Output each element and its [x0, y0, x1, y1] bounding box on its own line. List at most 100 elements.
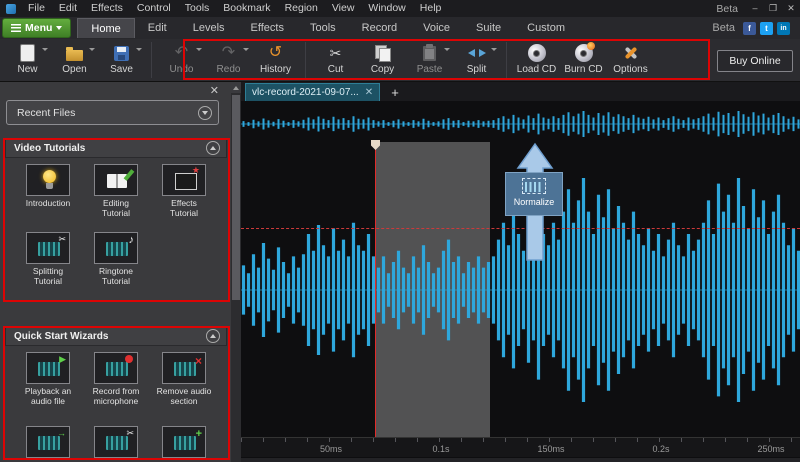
split-audio-icon — [26, 232, 70, 264]
recent-files-header[interactable]: Recent Files — [6, 100, 219, 125]
waveform-canvas[interactable]: Normalize 50ms 0.1s 150ms 0.2s 250ms — [241, 101, 800, 462]
tab-close-icon[interactable]: ✕ — [365, 87, 373, 98]
tab-effects[interactable]: Effects — [238, 18, 297, 38]
copy-pages-icon — [373, 43, 393, 63]
book-icon — [94, 164, 138, 196]
menu-tools[interactable]: Tools — [178, 0, 217, 17]
collapse-button[interactable] — [206, 329, 220, 343]
tutorial-ringtone[interactable]: Ringtone Tutorial — [88, 232, 144, 286]
tutorial-editing[interactable]: Editing Tutorial — [88, 164, 144, 218]
menu-control[interactable]: Control — [130, 0, 178, 17]
tab-voice[interactable]: Voice — [410, 18, 463, 38]
panel-close-icon[interactable]: ✕ — [210, 84, 219, 97]
timeline-label: 50ms — [319, 444, 343, 454]
tab-custom[interactable]: Custom — [514, 18, 578, 38]
horizontal-scrollbar[interactable] — [241, 458, 800, 462]
burn-cd-button[interactable]: Burn CD — [560, 39, 607, 81]
split-arrows-icon — [467, 43, 487, 63]
tutorial-splitting[interactable]: Splitting Tutorial — [20, 232, 76, 286]
normalize-tool[interactable]: Normalize — [505, 172, 563, 216]
menu-file[interactable]: File — [21, 0, 52, 17]
undo-arrow-icon — [172, 43, 192, 63]
open-folder-icon — [66, 46, 83, 61]
linkedin-icon[interactable] — [777, 21, 790, 35]
wizard-playback[interactable]: Playback an audio file — [20, 352, 76, 406]
overview-waveform[interactable] — [241, 106, 800, 142]
chevron-down-icon[interactable] — [89, 48, 95, 51]
tab-edit[interactable]: Edit — [135, 18, 180, 38]
menu-edit[interactable]: Edit — [52, 0, 84, 17]
tile-label: Splitting Tutorial — [32, 266, 64, 287]
menu-help[interactable]: Help — [413, 0, 449, 17]
wizard-split-file[interactable]: Split file — [88, 426, 144, 462]
wizard-record[interactable]: Record from microphone — [88, 352, 144, 406]
load-cd-button[interactable]: Load CD — [513, 39, 560, 81]
redo-button-label: Redo — [216, 64, 241, 75]
quick-start-header[interactable]: Quick Start Wizards — [5, 326, 227, 346]
burn-cd-icon — [574, 42, 595, 62]
menu-effects[interactable]: Effects — [84, 0, 130, 17]
facebook-icon[interactable] — [743, 21, 756, 35]
load-cd-button-label: Load CD — [516, 64, 557, 75]
timeline-ruler[interactable]: 50ms 0.1s 150ms 0.2s 250ms — [241, 437, 800, 457]
wizard-join[interactable]: Join audio — [20, 426, 76, 462]
tab-suite[interactable]: Suite — [463, 18, 514, 38]
cut-button-label: Cut — [327, 64, 344, 75]
collapse-button[interactable] — [206, 141, 220, 155]
redo-button[interactable]: Redo — [205, 39, 252, 81]
wizard-mix[interactable]: Mix with — [156, 426, 212, 462]
maximize-button[interactable]: ❐ — [764, 0, 782, 17]
record-icon — [94, 352, 138, 384]
copy-button[interactable]: Copy — [359, 39, 406, 81]
quick-start-label: Quick Start Wizards — [14, 330, 109, 342]
sidebar-scrollbar[interactable] — [231, 82, 241, 462]
paste-button[interactable]: Paste — [406, 39, 453, 81]
buy-online-button[interactable]: Buy Online — [717, 50, 793, 72]
normalize-waveform-icon — [522, 178, 546, 194]
chevron-down-icon[interactable] — [243, 48, 249, 51]
cut-button[interactable]: Cut — [312, 39, 359, 81]
tab-levels[interactable]: Levels — [180, 18, 238, 38]
tutorial-effects[interactable]: Effects Tutorial — [156, 164, 212, 218]
playback-cursor[interactable] — [375, 140, 376, 437]
menu-window[interactable]: Window — [361, 0, 412, 17]
menu-view[interactable]: View — [325, 0, 362, 17]
main-menu-button[interactable]: Menu — [2, 18, 72, 38]
open-button[interactable]: Open — [51, 39, 98, 81]
expand-button[interactable] — [198, 105, 212, 120]
wizard-remove[interactable]: Remove audio section — [156, 352, 212, 406]
join-audio-icon — [26, 426, 70, 458]
options-button[interactable]: Options — [607, 39, 654, 81]
tab-record[interactable]: Record — [349, 18, 410, 38]
twitter-icon[interactable] — [760, 21, 773, 35]
undo-button[interactable]: Undo — [158, 39, 205, 81]
close-button[interactable]: ✕ — [782, 0, 800, 17]
new-button-label: New — [17, 64, 38, 75]
new-tab-button[interactable]: + — [387, 84, 403, 100]
split-file-icon — [94, 426, 138, 458]
tab-tools[interactable]: Tools — [297, 18, 349, 38]
menu-region[interactable]: Region — [278, 0, 325, 17]
main-toolbar: New Open Save Undo Redo — [0, 39, 800, 82]
chevron-down-icon[interactable] — [196, 48, 202, 51]
new-button[interactable]: New — [4, 39, 51, 81]
menu-bookmark[interactable]: Bookmark — [216, 0, 277, 17]
chevron-down-icon[interactable] — [42, 48, 48, 51]
document-tab[interactable]: vlc-record-2021-09-07... ✕ — [245, 83, 381, 101]
scrollbar-thumb[interactable] — [232, 95, 240, 300]
chevron-down-icon[interactable] — [444, 48, 450, 51]
video-tutorials-header[interactable]: Video Tutorials — [5, 138, 227, 158]
toolbar-separator — [305, 42, 306, 78]
minimize-button[interactable]: – — [746, 0, 764, 17]
chevron-down-icon — [56, 26, 63, 30]
history-button[interactable]: History — [252, 39, 299, 81]
recent-files-label: Recent Files — [17, 106, 76, 119]
tutorial-introduction[interactable]: Introduction — [20, 164, 76, 218]
tab-home[interactable]: Home — [77, 18, 135, 38]
split-button[interactable]: Split — [453, 39, 500, 81]
save-button[interactable]: Save — [98, 39, 145, 81]
chevron-down-icon[interactable] — [491, 48, 497, 51]
clipboard-icon — [423, 43, 436, 61]
chevron-down-icon[interactable] — [136, 48, 142, 51]
scroll-up-arrow[interactable] — [231, 82, 241, 93]
